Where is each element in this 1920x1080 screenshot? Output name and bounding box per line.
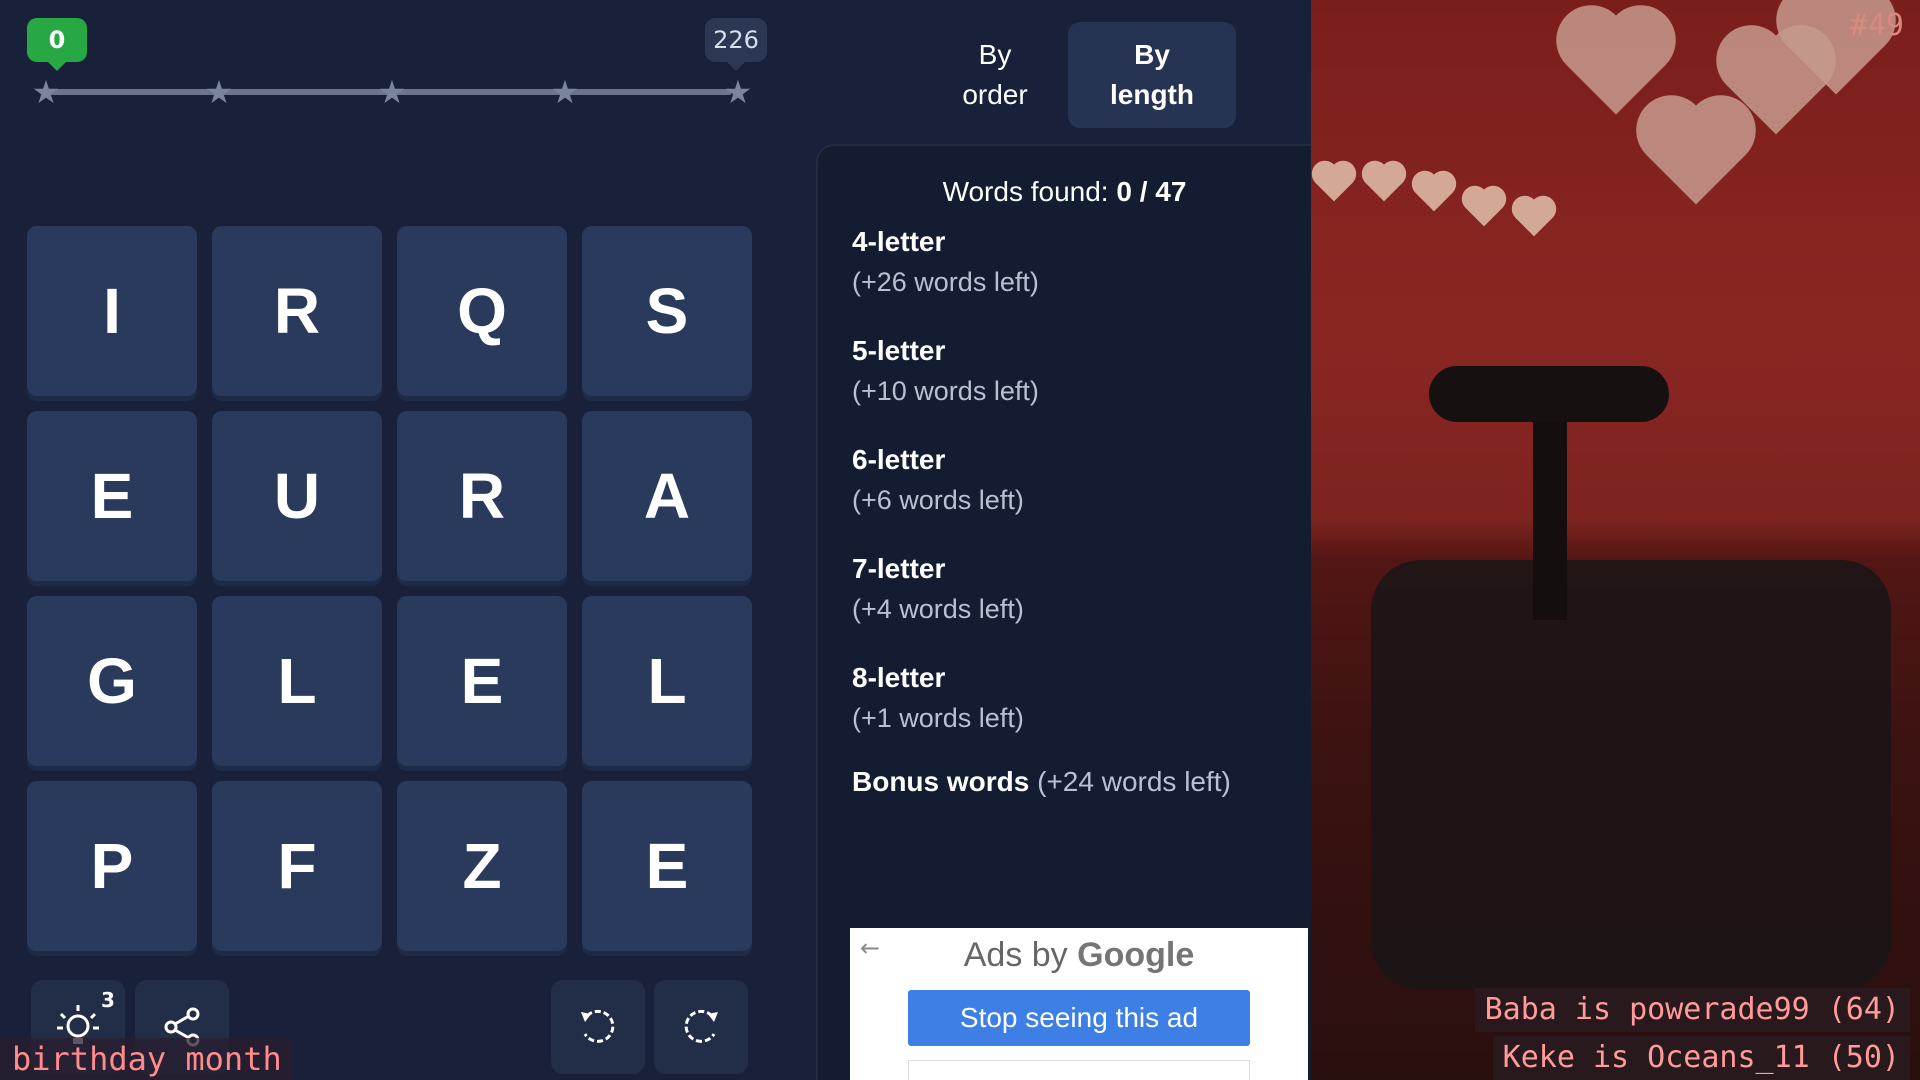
letter-tile[interactable]: P xyxy=(27,781,197,951)
letter-tile[interactable]: R xyxy=(397,411,567,581)
ad-label-prefix: Ads by xyxy=(963,936,1068,974)
bonus-words-title: Bonus words xyxy=(852,766,1030,797)
length-group-remaining: (+26 words left) xyxy=(852,267,1039,297)
letter-tile[interactable]: F xyxy=(212,781,382,951)
length-group-remaining: (+1 words left) xyxy=(852,703,1024,733)
length-group[interactable]: 8-letter (+1 words left) xyxy=(852,658,1024,738)
star-icon: ★ xyxy=(723,73,753,111)
sort-by-length-button[interactable]: By length xyxy=(1068,22,1236,128)
letter-tile[interactable]: Q xyxy=(397,226,567,396)
chair xyxy=(1371,560,1891,990)
heart-decoration xyxy=(1365,164,1403,202)
heart-decoration xyxy=(1515,199,1553,237)
star-icon: ★ xyxy=(31,73,61,111)
chair-post xyxy=(1533,420,1567,620)
letter-tile[interactable]: U xyxy=(212,411,382,581)
heart-decoration xyxy=(1646,105,1746,205)
ad-label-brand: Google xyxy=(1077,936,1195,974)
letter-tile[interactable]: S xyxy=(582,226,752,396)
length-group-remaining: (+10 words left) xyxy=(852,376,1039,406)
rotate-right-icon xyxy=(684,1009,718,1043)
max-score-badge: 226 xyxy=(705,18,767,71)
ads-by-google-label: Ads by Google xyxy=(850,936,1308,975)
star-icon: ★ xyxy=(204,73,234,111)
letter-tile[interactable]: R xyxy=(212,226,382,396)
words-found-label: Words found: xyxy=(942,176,1109,207)
rotate-right-button[interactable] xyxy=(654,980,748,1074)
length-group[interactable]: 5-letter (+10 words left) xyxy=(852,331,1039,411)
ad-banner: ← Ads by Google Stop seeing this ad xyxy=(850,928,1308,1080)
heart-decoration xyxy=(1465,189,1503,227)
star-icon: ★ xyxy=(377,73,407,111)
heart-decoration xyxy=(1566,15,1666,115)
length-group-title: 7-letter xyxy=(852,553,946,584)
current-score-badge: 0 xyxy=(27,18,87,71)
star-icon: ★ xyxy=(550,73,580,111)
score-progress: 0 226 ★ ★ ★ ★ ★ xyxy=(27,18,770,111)
webcam-feed: #49 Baba is powerade99 (64) Keke is Ocea… xyxy=(1311,0,1920,1080)
length-group-title: 5-letter xyxy=(852,335,946,366)
length-group-remaining: (+4 words left) xyxy=(852,594,1024,624)
length-group[interactable]: 4-letter (+26 words left) xyxy=(852,222,1039,302)
length-group-title: 8-letter xyxy=(852,662,946,693)
sort-by-order-label: By order xyxy=(962,39,1028,110)
bonus-words-row[interactable]: Bonus words (+24 words left) xyxy=(852,766,1231,798)
sort-by-order-button[interactable]: By order xyxy=(925,22,1065,128)
letter-tile[interactable]: E xyxy=(582,781,752,951)
words-found-counter: Words found: 0 / 47 xyxy=(818,176,1311,208)
letter-tile[interactable]: L xyxy=(212,596,382,766)
sort-by-length-label: By length xyxy=(1110,39,1194,110)
length-group-title: 6-letter xyxy=(852,444,946,475)
length-group-title: 4-letter xyxy=(852,226,946,257)
stream-overlay-text: birthday month xyxy=(0,1038,294,1080)
ad-secondary-button[interactable] xyxy=(908,1060,1250,1080)
rotate-left-button[interactable] xyxy=(551,980,645,1074)
letter-tile[interactable]: Z xyxy=(397,781,567,951)
letter-tile[interactable]: G xyxy=(27,596,197,766)
heart-decoration xyxy=(1315,164,1353,202)
stop-seeing-ad-button[interactable]: Stop seeing this ad xyxy=(908,990,1250,1046)
episode-number: #49 xyxy=(1849,8,1904,43)
chat-message: Baba is powerade99 (64) xyxy=(1474,988,1910,1032)
length-group-remaining: (+6 words left) xyxy=(852,485,1024,515)
heart-decoration xyxy=(1415,174,1453,212)
letter-tile[interactable]: L xyxy=(582,596,752,766)
letter-tile[interactable]: E xyxy=(397,596,567,766)
bonus-words-remaining: (+24 words left) xyxy=(1037,766,1231,797)
words-found-value: 0 / 47 xyxy=(1116,176,1187,207)
hint-count: 3 xyxy=(101,988,115,1012)
letter-tile[interactable]: I xyxy=(27,226,197,396)
length-group[interactable]: 6-letter (+6 words left) xyxy=(852,440,1024,520)
length-group[interactable]: 7-letter (+4 words left) xyxy=(852,549,1024,629)
letter-tile[interactable]: A xyxy=(582,411,752,581)
rotate-left-icon xyxy=(581,1009,615,1043)
game-panel: 0 226 ★ ★ ★ ★ ★ By order By length I R Q… xyxy=(0,0,1311,1080)
chair-headrest xyxy=(1429,366,1669,422)
chat-message: Keke is Oceans_11 (50) xyxy=(1492,1036,1910,1080)
letter-tile[interactable]: E xyxy=(27,411,197,581)
